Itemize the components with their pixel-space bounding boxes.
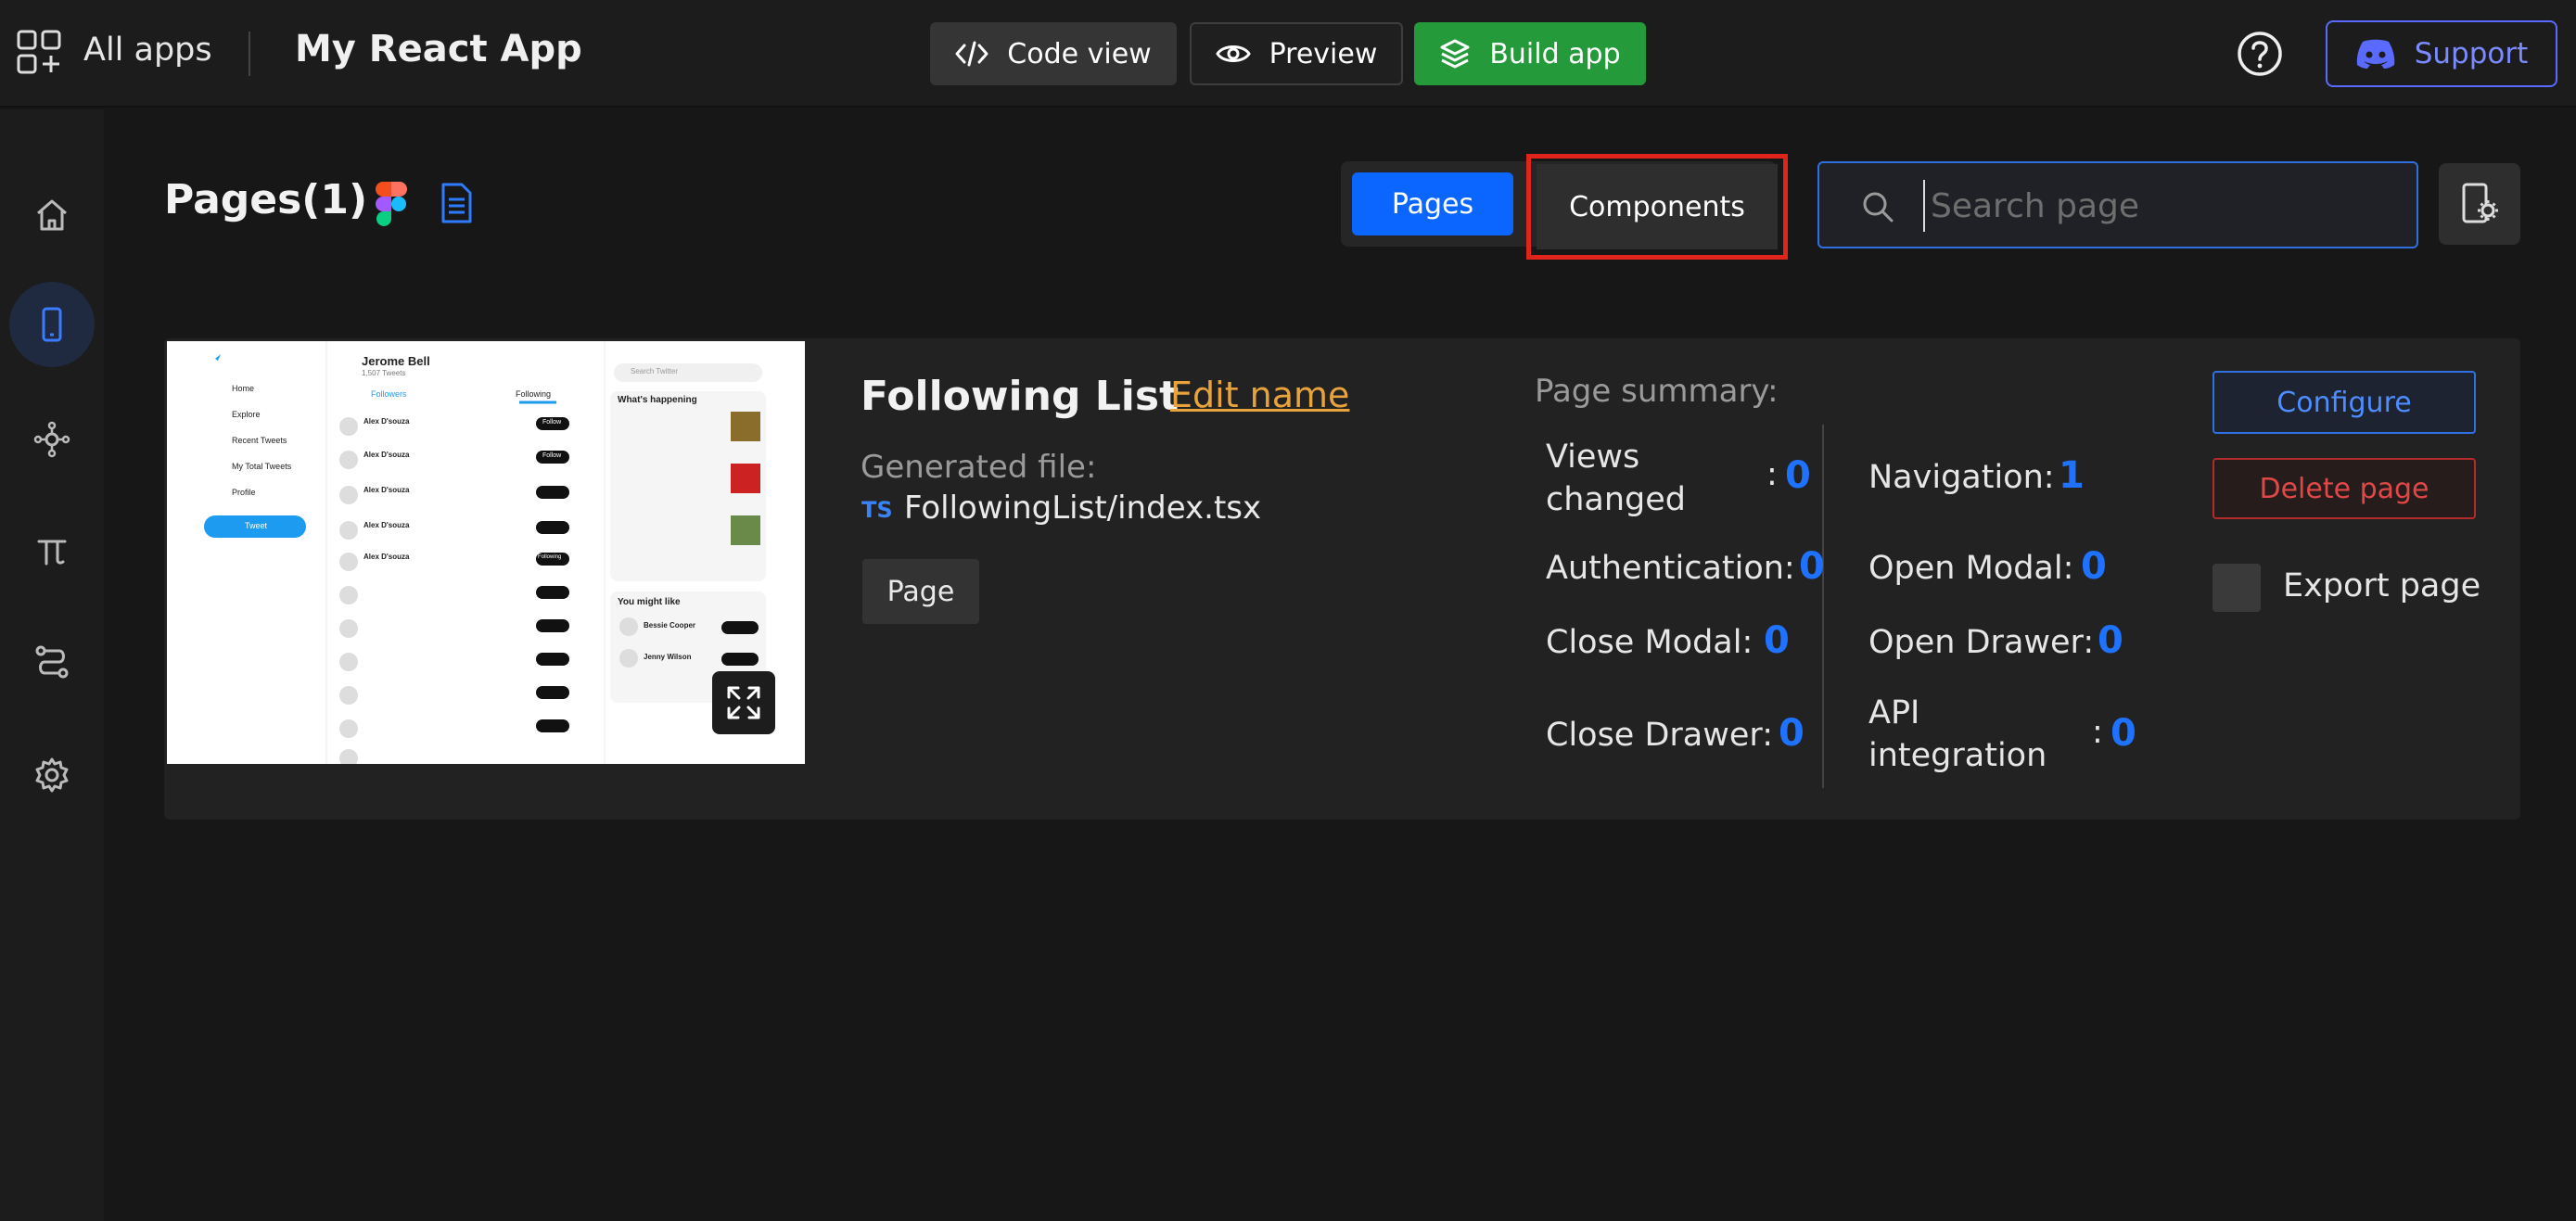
page-thumbnail[interactable]: Jerome Bell 1,507 Tweets Followers Follo… (167, 341, 805, 764)
preview-button[interactable]: Preview (1190, 22, 1403, 85)
thumb-nav-recent: Recent Tweets (232, 436, 287, 445)
divider (249, 32, 250, 76)
components-icon (33, 421, 70, 458)
views-changed-label: Views changed (1546, 439, 1687, 518)
thumb-follow: Follow (542, 419, 562, 426)
settings-icon (35, 757, 69, 793)
search-box (1817, 161, 2418, 248)
thumb-happening: What's happening (618, 395, 697, 405)
support-label: Support (2414, 37, 2529, 70)
thumb-row-name: Alex D'souza (363, 451, 410, 459)
sidebar-item-home[interactable] (9, 172, 95, 258)
thumb-suggest-1: Bessie Cooper (644, 621, 696, 630)
navigation-label: Navigation: (1868, 459, 2055, 496)
authentication-label: Authentication: (1546, 550, 1795, 587)
generated-file-label: Generated file: (861, 449, 1097, 486)
export-page-label[interactable]: Export page (2283, 567, 2480, 604)
tab-pages[interactable]: Pages (1352, 172, 1513, 235)
build-app-label: Build app (1489, 37, 1621, 70)
thumb-nav-home: Home (232, 384, 255, 393)
page-settings-button[interactable] (2439, 163, 2520, 245)
close-modal-label: Close Modal: (1546, 624, 1753, 661)
help-icon[interactable] (2237, 31, 2283, 77)
thumb-row-name: Alex D'souza (363, 486, 410, 494)
eye-icon (1215, 45, 1251, 62)
thumb-suggest-2: Jenny Wilson (644, 653, 692, 661)
open-drawer-label: Open Drawer: (1868, 624, 2095, 661)
delete-page-button[interactable]: Delete page (2213, 458, 2476, 519)
discord-icon (2356, 39, 2394, 69)
thumb-tweet-button: Tweet (245, 521, 268, 530)
expand-icon (727, 686, 760, 719)
search-icon (1863, 192, 1894, 223)
open-modal-value: 0 (2081, 545, 2107, 588)
thumbnail-preview (167, 341, 805, 764)
tab-components-highlighted[interactable]: Components (1526, 154, 1788, 260)
sidebar-item-components[interactable] (9, 397, 95, 482)
typescript-icon: TS (861, 497, 893, 523)
page-type-chip: Page (862, 559, 979, 624)
thumb-row-name: Alex D'souza (363, 521, 410, 529)
open-modal-label: Open Modal: (1868, 550, 2074, 587)
thumb-tab-followers: Followers (371, 389, 407, 399)
export-page-checkbox[interactable] (2213, 564, 2261, 612)
tab-components[interactable]: Components (1537, 164, 1778, 249)
mobile-icon (42, 307, 62, 342)
thumb-nav-profile: Profile (232, 488, 256, 497)
layers-icon (1440, 39, 1470, 69)
flow-icon (35, 645, 69, 679)
search-input[interactable] (1923, 180, 2387, 232)
app-title: My React App (295, 28, 582, 70)
thumb-nav-explore: Explore (232, 410, 261, 419)
top-bar: All apps My React App Code view Preview … (0, 0, 2576, 108)
sidebar-item-settings[interactable] (9, 732, 95, 818)
thumb-follow: Follow (542, 452, 562, 459)
pi-icon (37, 540, 67, 566)
close-drawer-value: 0 (1779, 712, 1804, 755)
sidebar (0, 109, 104, 1221)
code-view-label: Code view (1007, 37, 1152, 70)
thumb-might-like: You might like (618, 597, 681, 607)
support-button[interactable]: Support (2326, 20, 2557, 87)
thumb-tweets: 1,507 Tweets (362, 369, 406, 377)
page-name: Following List (861, 373, 1180, 420)
thumb-row-name: Alex D'souza (363, 417, 410, 426)
apps-grid-icon[interactable] (17, 30, 63, 76)
sidebar-item-constants[interactable] (9, 508, 95, 593)
edit-name-link[interactable]: Edit name (1170, 375, 1349, 415)
expand-preview-button[interactable] (712, 671, 775, 734)
api-integration-colon: : (2092, 714, 2103, 751)
views-changed-value: 0 (1785, 454, 1811, 497)
sidebar-item-flows[interactable] (9, 619, 95, 705)
thumb-following: Following (538, 554, 562, 560)
authentication-value: 0 (1799, 545, 1825, 588)
thumb-search: Search Twitter (631, 367, 678, 375)
close-modal-value: 0 (1764, 619, 1790, 662)
thumb-profile-name: Jerome Bell (362, 354, 430, 368)
all-apps-link[interactable]: All apps (83, 32, 212, 69)
thumb-tab-following: Following (516, 389, 552, 399)
thumb-nav-total: My Total Tweets (232, 462, 292, 471)
figma-icon[interactable] (375, 180, 408, 226)
configure-button[interactable]: Configure (2213, 371, 2476, 434)
api-integration-label: API integration (1868, 694, 2047, 774)
views-changed-colon: : (1766, 456, 1778, 493)
page-title: Pages(1) (164, 176, 368, 223)
navigation-value: 1 (2059, 454, 2085, 497)
code-view-button[interactable]: Code view (930, 22, 1177, 85)
code-icon (955, 41, 988, 67)
open-drawer-value: 0 (2098, 619, 2123, 662)
document-icon[interactable] (440, 183, 473, 223)
summary-divider (1822, 425, 1824, 788)
api-integration-value: 0 (2111, 712, 2136, 755)
mobile-settings-icon (2462, 183, 2498, 223)
preview-label: Preview (1269, 37, 1378, 70)
generated-file-path: FollowingList/index.tsx (904, 490, 1262, 527)
home-icon (37, 199, 67, 231)
build-app-button[interactable]: Build app (1414, 22, 1646, 85)
sidebar-item-pages[interactable] (9, 282, 95, 367)
close-drawer-label: Close Drawer: (1546, 717, 1773, 754)
page-summary-label: Page summary: (1535, 373, 1779, 410)
thumb-row-name: Alex D'souza (363, 553, 410, 561)
